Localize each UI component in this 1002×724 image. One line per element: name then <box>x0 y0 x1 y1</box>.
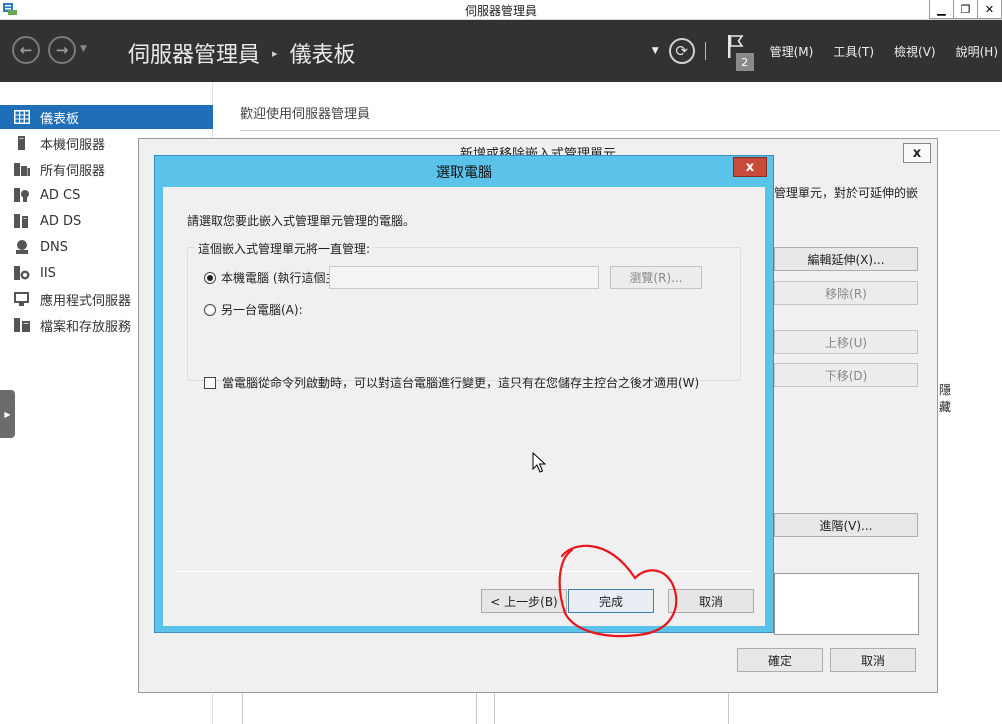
arrow-right-icon: → <box>55 41 69 59</box>
sidebar-item-dashboard[interactable]: 儀表板 <box>0 105 213 129</box>
app-header: ← → ▼ 伺服器管理員 ▸ 儀表板 ▼ ⟳ 2 管理(M) 工具(T) 檢視(… <box>0 20 1002 82</box>
local-computer-radio[interactable] <box>204 271 216 284</box>
finish-button[interactable]: 完成 <box>568 589 654 613</box>
cmdline-label: 當電腦從命令列啟動時，可以對這台電腦進行變更，這只有在您儲存主控台之後才適用(W… <box>222 376 700 390</box>
cmdline-checkbox[interactable] <box>204 376 216 389</box>
ad-cs-icon <box>14 188 29 202</box>
header-divider <box>704 42 706 60</box>
tile-border <box>242 693 243 724</box>
minimize-button[interactable]: ▁ <box>929 0 954 19</box>
welcome-panel-border <box>240 130 1000 131</box>
tile-border <box>728 693 729 724</box>
browse-button[interactable]: 瀏覽(R)... <box>610 266 702 289</box>
outer-cancel-button[interactable]: 取消 <box>830 648 916 672</box>
hide-label: 隱藏 <box>939 383 952 414</box>
ok-button[interactable]: 確定 <box>737 648 823 672</box>
refresh-icon[interactable]: ⟳ <box>668 38 695 64</box>
description-box <box>774 573 919 635</box>
outer-dialog-description: 管理單元，對於可延伸的嵌 <box>774 186 919 200</box>
sidebar-item-label: 所有伺服器 <box>40 163 106 179</box>
iis-icon <box>14 266 30 280</box>
sidebar-item-label: AD CS <box>40 187 81 203</box>
dashboard-icon <box>14 110 30 124</box>
tile-border <box>476 693 477 724</box>
forward-button[interactable]: → <box>48 36 76 64</box>
outer-dialog-close-button[interactable]: x <box>903 143 931 163</box>
sidebar-item-label: 應用程式伺服器 <box>40 293 132 309</box>
dialog-prompt: 請選取您要此嵌入式管理單元管理的電腦。 <box>187 214 416 228</box>
menu-manage[interactable]: 管理(M) <box>770 43 814 60</box>
dns-icon <box>16 240 28 254</box>
cmdline-option[interactable]: 當電腦從命令列啟動時，可以對這台電腦進行變更，這只有在您儲存主控台之後才適用(W… <box>204 374 699 391</box>
other-computer-input[interactable] <box>329 266 599 289</box>
chevron-right-icon: ▶ <box>4 409 11 419</box>
history-dropdown-icon[interactable]: ▼ <box>80 44 87 54</box>
menu-tools[interactable]: 工具(T) <box>833 43 874 60</box>
remove-button[interactable]: 移除(R) <box>774 281 918 305</box>
menu-help[interactable]: 說明(H) <box>956 43 998 60</box>
sidebar-item-label: DNS <box>40 239 68 255</box>
restore-button[interactable]: ❐ <box>953 0 978 19</box>
close-window-button[interactable]: ✕ <box>977 0 1002 19</box>
dialog-title: 選取電腦 <box>436 165 492 181</box>
app-server-icon <box>14 292 29 306</box>
sidebar-item-label: AD DS <box>40 213 82 229</box>
welcome-heading: 歡迎使用伺服器管理員 <box>240 107 371 122</box>
move-up-button[interactable]: 上移(U) <box>774 330 918 354</box>
sidebar-item-label: 儀表板 <box>40 111 80 127</box>
file-storage-icon <box>14 318 30 332</box>
close-icon: x <box>745 159 755 175</box>
dialog-separator <box>175 571 753 572</box>
tile-border <box>494 693 495 724</box>
window-titlebar: 伺服器管理員 ▁ ❐ ✕ <box>0 0 1002 20</box>
edit-extensions-button[interactable]: 編輯延伸(X)... <box>774 247 918 271</box>
advanced-button[interactable]: 進階(V)... <box>774 513 918 537</box>
group-label: 這個嵌入式管理單元將一直管理: <box>195 240 374 257</box>
ad-ds-icon <box>14 214 28 228</box>
back-step-button[interactable]: < 上一步(B) <box>481 589 567 613</box>
arrow-left-icon: ← <box>19 41 33 59</box>
notifications-button[interactable]: 2 <box>726 33 756 71</box>
dialog-body: 請選取您要此嵌入式管理單元管理的電腦。 這個嵌入式管理單元將一直管理: 本機電腦… <box>163 187 765 626</box>
mouse-cursor-icon <box>532 452 546 473</box>
cancel-button[interactable]: 取消 <box>668 589 754 613</box>
window-title: 伺服器管理員 <box>464 4 537 18</box>
select-computer-dialog: 選取電腦 x 請選取您要此嵌入式管理單元管理的電腦。 這個嵌入式管理單元將一直管… <box>154 155 774 633</box>
other-computer-radio[interactable] <box>204 303 216 316</box>
breadcrumb-separator-icon: ▸ <box>272 46 278 60</box>
refresh-dropdown-icon[interactable]: ▼ <box>652 46 659 56</box>
menu-view[interactable]: 檢視(V) <box>894 43 936 60</box>
all-servers-icon <box>14 163 30 176</box>
move-down-button[interactable]: 下移(D) <box>774 363 918 387</box>
breadcrumb-current: 儀表板 <box>289 43 356 68</box>
dialog-close-button[interactable]: x <box>733 157 767 177</box>
notification-count-badge: 2 <box>735 53 754 71</box>
sidebar-item-label: 檔案和存放服務 <box>40 319 132 335</box>
sidebar-item-label: 本機伺服器 <box>40 137 106 153</box>
back-button[interactable]: ← <box>12 36 40 64</box>
local-server-icon <box>18 136 25 150</box>
breadcrumb: 伺服器管理員 ▸ 儀表板 <box>128 37 356 69</box>
breadcrumb-root[interactable]: 伺服器管理員 <box>128 37 260 69</box>
other-computer-option[interactable]: 另一台電腦(A): <box>204 301 303 318</box>
sidebar-item-label: IIS <box>40 265 56 281</box>
other-computer-label: 另一台電腦(A): <box>221 303 303 317</box>
sidebar-collapse-toggle[interactable]: ▶ <box>0 390 15 438</box>
close-icon: x <box>912 145 922 161</box>
